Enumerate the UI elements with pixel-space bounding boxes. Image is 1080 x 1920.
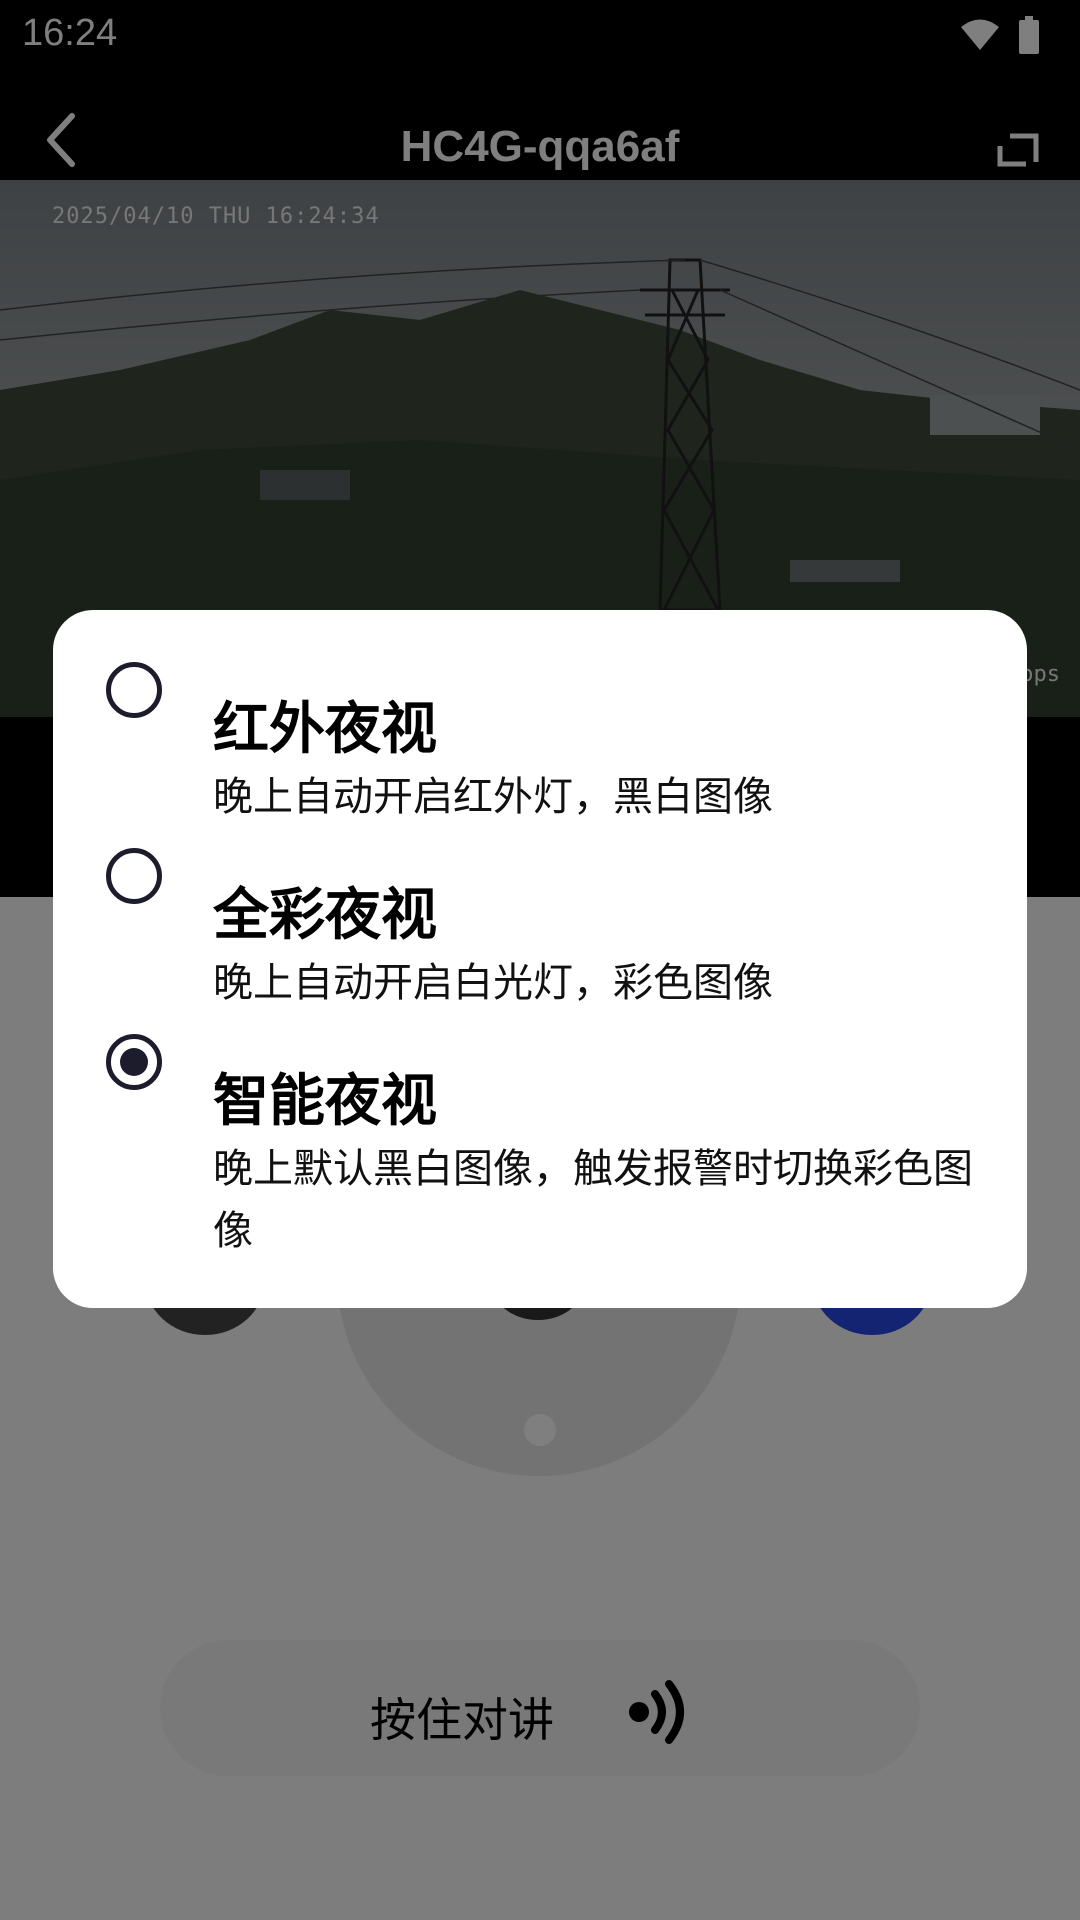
radio-smart[interactable] [106,1034,162,1090]
option-description: 晚上自动开启白光灯，彩色图像 [213,960,773,1006]
option-description: 晚上默认黑白图像，触发报警时切换彩色图像 [213,1146,973,1254]
option-title: 智能夜视 [213,1069,437,1134]
option-full-color-night-vision[interactable]: 全彩夜视 晚上自动开启白光灯，彩色图像 [53,848,1027,1018]
option-title: 全彩夜视 [213,883,437,948]
radio-infrared[interactable] [106,662,162,718]
radio-full-color[interactable] [106,848,162,904]
option-infrared-night-vision[interactable]: 红外夜视 晚上自动开启红外灯，黑白图像 [53,662,1027,832]
option-description: 晚上自动开启红外灯，黑白图像 [213,774,773,820]
option-smart-night-vision[interactable]: 智能夜视 晚上默认黑白图像，触发报警时切换彩色图像 [53,1034,1027,1274]
night-vision-dialog: 红外夜视 晚上自动开启红外灯，黑白图像 全彩夜视 晚上自动开启白光灯，彩色图像 … [53,610,1027,1308]
radio-selected-dot [120,1048,148,1076]
option-title: 红外夜视 [213,697,437,762]
